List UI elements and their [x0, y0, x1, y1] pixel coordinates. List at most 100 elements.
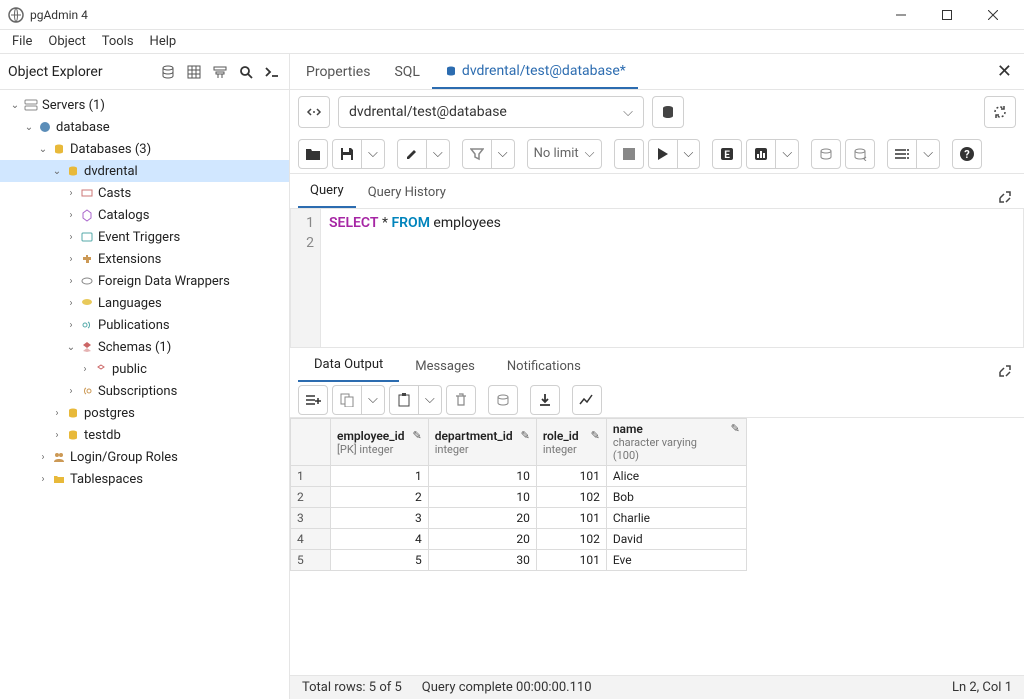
- tree-schemas[interactable]: ⌄Schemas (1): [0, 336, 289, 358]
- database-icon[interactable]: [159, 63, 177, 81]
- table-row[interactable]: 4420102David: [291, 529, 747, 550]
- db-select-button[interactable]: [652, 96, 684, 128]
- cell[interactable]: 4: [331, 529, 429, 550]
- save-dropdown[interactable]: ⌵: [362, 139, 385, 169]
- row-number[interactable]: 3: [291, 508, 331, 529]
- expand-icon[interactable]: [994, 186, 1016, 208]
- cell[interactable]: David: [606, 529, 746, 550]
- close-button[interactable]: [970, 0, 1016, 30]
- filter-icon[interactable]: [211, 63, 229, 81]
- tree-login-roles[interactable]: ›Login/Group Roles: [0, 446, 289, 468]
- macros-button[interactable]: [887, 139, 917, 169]
- tree-databases[interactable]: ⌄Databases (3): [0, 138, 289, 160]
- chevron-right-icon[interactable]: ›: [64, 254, 78, 265]
- tree-database-group[interactable]: ⌄database: [0, 116, 289, 138]
- tab-query-history[interactable]: Query History: [356, 177, 458, 208]
- macros-dropdown[interactable]: ⌵: [917, 139, 940, 169]
- explain-button[interactable]: E: [712, 139, 742, 169]
- cell[interactable]: 10: [428, 487, 536, 508]
- chevron-down-icon[interactable]: ⌄: [64, 342, 78, 353]
- column-header[interactable]: namecharacter varying (100)✎: [606, 419, 746, 466]
- tab-data-output[interactable]: Data Output: [298, 349, 399, 382]
- chevron-down-icon[interactable]: ⌄: [8, 100, 22, 111]
- menu-object[interactable]: Object: [40, 32, 93, 51]
- tree-tablespaces[interactable]: ›Tablespaces: [0, 468, 289, 490]
- tree-extensions[interactable]: ›Extensions: [0, 248, 289, 270]
- cell[interactable]: Eve: [606, 550, 746, 571]
- pencil-icon[interactable]: ✎: [591, 429, 600, 442]
- tree-servers[interactable]: ⌄Servers (1): [0, 94, 289, 116]
- tree-fdw[interactable]: ›Foreign Data Wrappers: [0, 270, 289, 292]
- cell[interactable]: Bob: [606, 487, 746, 508]
- column-header[interactable]: department_idinteger✎: [428, 419, 536, 466]
- row-number[interactable]: 4: [291, 529, 331, 550]
- sql-editor[interactable]: 12 SELECT * FROM employees: [290, 208, 1024, 348]
- cell[interactable]: 20: [428, 508, 536, 529]
- download-button[interactable]: [530, 385, 560, 415]
- commit-button[interactable]: [811, 139, 841, 169]
- minimize-button[interactable]: [878, 0, 924, 30]
- edit-dropdown[interactable]: ⌵: [427, 139, 450, 169]
- table-row[interactable]: 1110101Alice: [291, 466, 747, 487]
- tree-subscriptions[interactable]: ›Subscriptions: [0, 380, 289, 402]
- tree-public[interactable]: ›public: [0, 358, 289, 380]
- cell[interactable]: 101: [536, 508, 606, 529]
- results-grid[interactable]: employee_id[PK] integer✎department_idint…: [290, 418, 1024, 675]
- code-area[interactable]: SELECT * FROM employees: [321, 209, 1023, 347]
- tree-publications[interactable]: ›Publications: [0, 314, 289, 336]
- expand-icon[interactable]: [994, 360, 1016, 382]
- terminal-icon[interactable]: [263, 63, 281, 81]
- chevron-right-icon[interactable]: ›: [64, 276, 78, 287]
- cell[interactable]: 101: [536, 466, 606, 487]
- limit-select[interactable]: No limit⌵: [527, 139, 602, 169]
- tab-properties[interactable]: Properties: [294, 56, 382, 88]
- corner-cell[interactable]: [291, 419, 331, 466]
- tab-notifications[interactable]: Notifications: [491, 351, 597, 382]
- cell[interactable]: 10: [428, 466, 536, 487]
- chevron-down-icon[interactable]: ⌄: [36, 144, 50, 155]
- chevron-right-icon[interactable]: ›: [78, 364, 92, 375]
- graph-button[interactable]: [572, 385, 602, 415]
- menu-help[interactable]: Help: [142, 32, 185, 51]
- tab-query[interactable]: Query: [298, 175, 356, 208]
- stop-button[interactable]: [614, 139, 644, 169]
- chevron-right-icon[interactable]: ›: [64, 210, 78, 221]
- edit-button[interactable]: [397, 139, 427, 169]
- maximize-button[interactable]: [924, 0, 970, 30]
- delete-button[interactable]: [446, 385, 476, 415]
- chevron-right-icon[interactable]: ›: [64, 386, 78, 397]
- column-header[interactable]: employee_id[PK] integer✎: [331, 419, 429, 466]
- tree-postgres[interactable]: ›postgres: [0, 402, 289, 424]
- chevron-right-icon[interactable]: ›: [64, 298, 78, 309]
- cell[interactable]: 30: [428, 550, 536, 571]
- chevron-right-icon[interactable]: ›: [36, 474, 50, 485]
- table-row[interactable]: 2210102Bob: [291, 487, 747, 508]
- chevron-down-icon[interactable]: ⌄: [22, 122, 36, 133]
- execute-button[interactable]: [648, 139, 678, 169]
- object-tree[interactable]: ⌄Servers (1) ⌄database ⌄Databases (3) ⌄d…: [0, 90, 289, 699]
- cell[interactable]: 1: [331, 466, 429, 487]
- copy-button[interactable]: [332, 385, 362, 415]
- cell[interactable]: 102: [536, 487, 606, 508]
- filter-button[interactable]: [462, 139, 492, 169]
- search-icon[interactable]: [237, 63, 255, 81]
- tab-query-tool[interactable]: dvdrental/test@database*: [432, 55, 638, 89]
- tree-dvdrental[interactable]: ⌄dvdrental: [0, 160, 289, 182]
- close-tab-button[interactable]: ✕: [989, 57, 1020, 86]
- execute-dropdown[interactable]: ⌵: [678, 139, 701, 169]
- help-button[interactable]: ?: [952, 139, 982, 169]
- menu-file[interactable]: File: [4, 32, 40, 51]
- rollback-button[interactable]: [845, 139, 875, 169]
- tab-sql[interactable]: SQL: [382, 56, 431, 88]
- row-number[interactable]: 1: [291, 466, 331, 487]
- chevron-down-icon[interactable]: ⌄: [50, 166, 64, 177]
- refresh-button[interactable]: [984, 96, 1016, 128]
- grid-icon[interactable]: [185, 63, 203, 81]
- table-row[interactable]: 5530101Eve: [291, 550, 747, 571]
- chevron-right-icon[interactable]: ›: [50, 430, 64, 441]
- cell[interactable]: 2: [331, 487, 429, 508]
- analyze-button[interactable]: [746, 139, 776, 169]
- tree-casts[interactable]: ›Casts: [0, 182, 289, 204]
- connection-select[interactable]: dvdrental/test@database ⌵: [338, 96, 644, 128]
- chevron-right-icon[interactable]: ›: [64, 188, 78, 199]
